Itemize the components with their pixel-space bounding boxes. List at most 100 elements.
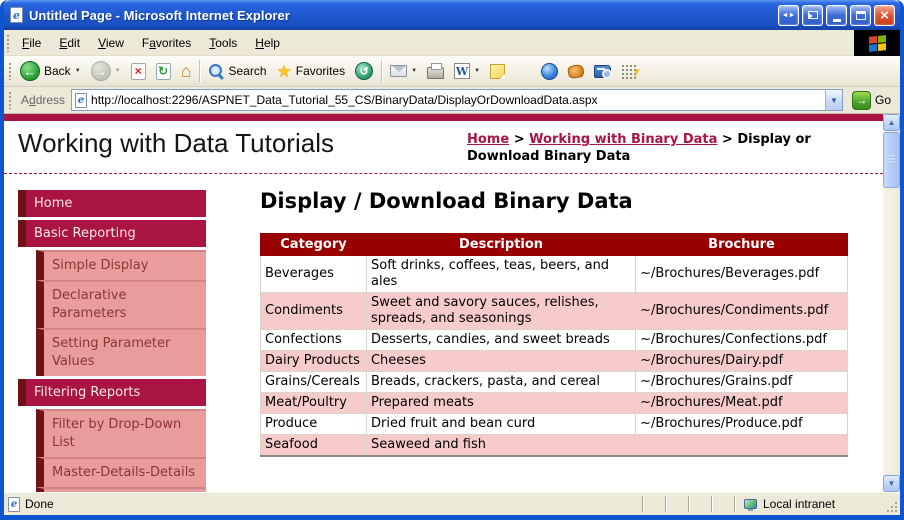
sidebar-item-declarative-parameters[interactable]: Declarative Parameters [36,280,206,328]
local-intranet-icon [744,499,757,509]
pan-arrows-button[interactable]: ◄► [778,5,799,26]
header-description: Description [366,234,635,256]
favorites-button[interactable]: ★ Favorites [272,58,351,85]
stop-button[interactable]: × [126,58,151,85]
cell-brochure: ~/Brochures/Condiments.pdf [636,293,848,330]
history-icon: ↺ [355,62,373,80]
ie-document-icon[interactable]: e [10,7,23,23]
sidebar-item-setting-parameter-values[interactable]: Setting Parameter Values [36,328,206,376]
sidebar-menu: Home Basic Reporting Simple Display Decl… [18,187,206,492]
cell-description: Sweet and savory sauces, relishes, sprea… [366,293,635,330]
menu-view[interactable]: View [89,31,133,55]
history-button[interactable]: ↺ [350,58,378,85]
page-body: Home Basic Reporting Simple Display Decl… [4,174,883,492]
toolbar-grip[interactable] [6,34,10,52]
table-row: Beverages Soft drinks, coffees, teas, be… [261,256,848,293]
scrollbar-thumb[interactable] [883,132,900,188]
header-category: Category [261,234,367,256]
table-row: Grains/Cereals Breads, crackers, pasta, … [261,372,848,393]
menu-help[interactable]: Help [246,31,289,55]
sidebar-item-master-detail-across-two-pages[interactable]: Master/Detail Across Two Pages [36,487,206,492]
edit-with-word-button[interactable]: W ▼ [449,58,485,85]
cell-category: Produce [261,414,367,435]
menu-tools[interactable]: Tools [200,31,246,55]
status-pane [665,496,688,512]
print-button[interactable] [422,58,449,85]
breadcrumb: Home > Working with Binary Data > Displa… [467,128,869,165]
toolbar-grip[interactable] [8,62,12,80]
table-row: Confections Desserts, candies, and sweet… [261,330,848,351]
breadcrumb-link-home[interactable]: Home [467,132,509,147]
address-label: Address [21,93,65,107]
security-zone-label: Local intranet [763,497,835,511]
close-button[interactable]: × [874,5,895,26]
refresh-button[interactable]: ↻ [151,58,176,85]
forward-dropdown-caret-icon: ▼ [115,68,121,74]
search-button[interactable]: Search [203,58,271,85]
search-icon [208,63,224,79]
scroll-down-button[interactable]: ▼ [883,475,900,492]
search-label: Search [228,64,266,78]
menu-bar: File Edit View Favorites Tools Help [4,30,900,56]
research-book-icon [594,65,611,78]
forward-icon: → [91,61,111,81]
discuss-notes-button[interactable] [485,58,510,85]
page-title: Display / Download Binary Data [260,189,850,213]
home-button[interactable]: ⌂ [176,58,197,85]
refresh-icon: ↻ [156,63,171,80]
scroll-up-button[interactable]: ▲ [883,114,900,131]
toolbar-grip[interactable] [8,91,12,109]
cell-description: Breads, crackers, pasta, and cereal [366,372,635,393]
toolbar-separator [381,60,382,82]
back-button[interactable]: ← Back ▼ [15,58,86,85]
status-text: Done [25,497,54,511]
scroll-down-icon: ▼ [888,479,896,488]
vertical-scrollbar[interactable]: ▲ ▼ [883,114,900,492]
menu-file[interactable]: File [13,31,50,55]
status-pane [711,496,734,512]
custom-tool-button[interactable] [563,58,589,85]
sidebar-item-simple-display[interactable]: Simple Display [36,250,206,280]
popout-window-button[interactable] [802,5,823,26]
menu-edit[interactable]: Edit [50,31,89,55]
close-icon: × [880,7,889,24]
table-row: Seafood Seaweed and fish [261,435,848,457]
resize-grip[interactable] [884,499,900,515]
mail-button[interactable]: ▼ [385,58,422,85]
top-accent-bar [4,114,883,121]
browser-window: e Untitled Page - Microsoft Internet Exp… [0,0,904,520]
breadcrumb-link-binary-data[interactable]: Working with Binary Data [529,132,717,147]
menu-favorites[interactable]: Favorites [133,31,200,55]
http-headers-button[interactable] [616,58,641,85]
table-row: Condiments Sweet and savory sauces, reli… [261,293,848,330]
maximize-button[interactable] [850,5,871,26]
cell-brochure: ~/Brochures/Meat.pdf [636,393,848,414]
table-header-row: Category Description Brochure [261,234,848,256]
cell-description: Soft drinks, coffees, teas, beers, and a… [366,256,635,293]
status-page-icon: e [8,497,20,512]
address-input[interactable] [91,90,821,110]
sidebar-item-home[interactable]: Home [18,190,206,217]
back-dropdown-caret-icon[interactable]: ▼ [75,68,81,74]
sidebar-item-filter-by-drop-down-list[interactable]: Filter by Drop-Down List [36,409,206,457]
sidebar-item-basic-reporting[interactable]: Basic Reporting [18,220,206,247]
sidebar-item-master-details-details[interactable]: Master-Details-Details [36,457,206,487]
sidebar-item-filtering-reports[interactable]: Filtering Reports [18,379,206,406]
research-button[interactable] [589,58,616,85]
cell-description: Seaweed and fish [366,435,635,457]
status-bar: e Done Local intranet [4,492,900,515]
address-input-box: e ▼ [71,89,843,111]
messenger-button[interactable] [536,58,563,85]
minimize-button[interactable] [826,5,847,26]
cell-brochure: ~/Brochures/Dairy.pdf [636,351,848,372]
cell-brochure: ~/Brochures/Produce.pdf [636,414,848,435]
forward-button[interactable]: → ▼ [86,58,126,85]
go-button[interactable]: → Go [849,91,894,110]
page-header: Working with Data Tutorials Home > Worki… [4,121,883,174]
address-dropdown-button[interactable]: ▼ [825,90,842,110]
categories-table: Category Description Brochure Beverages … [260,233,848,457]
stop-icon: × [131,63,146,80]
title-bar: e Untitled Page - Microsoft Internet Exp… [4,0,900,30]
site-title: Working with Data Tutorials [18,128,334,159]
table-row: Meat/Poultry Prepared meats ~/Brochures/… [261,393,848,414]
